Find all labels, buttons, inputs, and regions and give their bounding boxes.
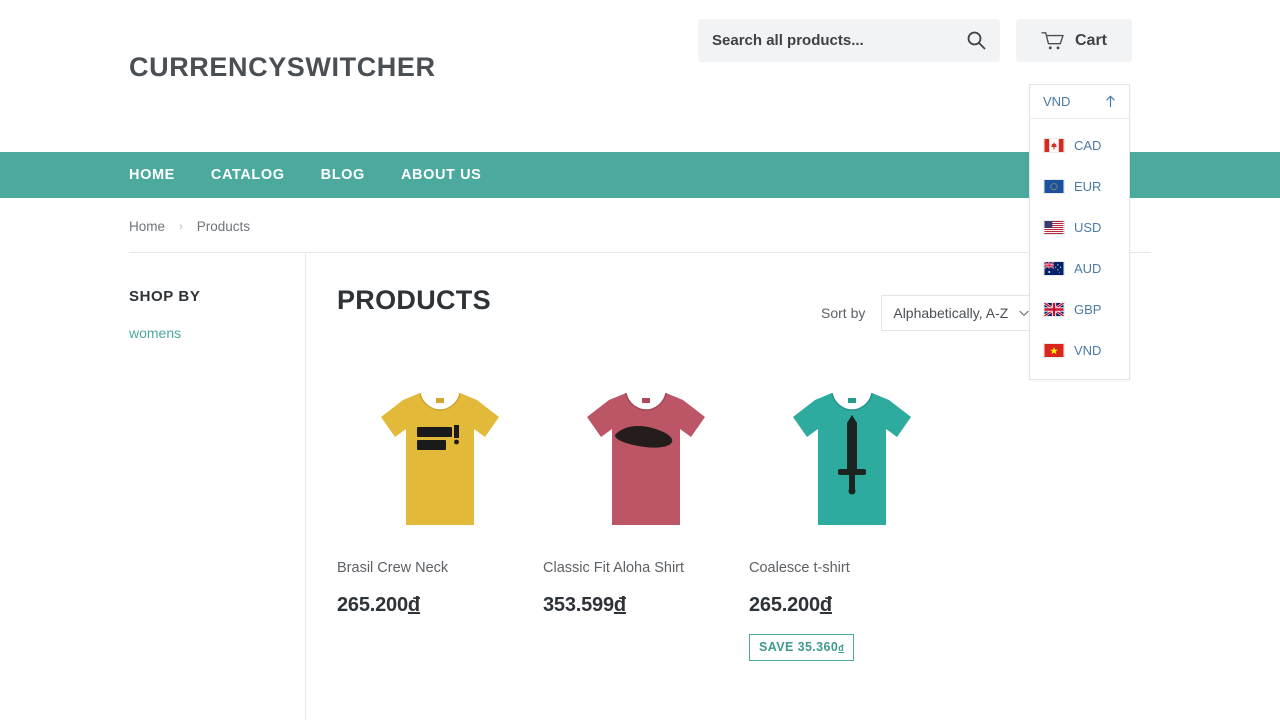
sale-amount: 35.360: [798, 640, 839, 654]
nav-item-blog[interactable]: BLOG: [321, 167, 365, 183]
product-title[interactable]: Classic Fit Aloha Shirt: [543, 560, 749, 576]
product-image[interactable]: [543, 360, 749, 530]
nav-item-catalog[interactable]: CATALOG: [211, 167, 285, 183]
product-card[interactable]: [749, 693, 955, 720]
flag-united-states-icon: [1043, 220, 1065, 235]
search-box: [698, 19, 1000, 62]
currency-option-eur[interactable]: EUR: [1030, 166, 1129, 207]
storefront-page: CURRENCYSWITCHER Cart VND: [0, 0, 1280, 720]
product-image[interactable]: [543, 693, 749, 720]
tshirt-yellow-icon: [375, 385, 505, 530]
currency-option-usd[interactable]: USD: [1030, 207, 1129, 248]
flag-vietnam-icon: [1043, 343, 1065, 358]
product-image[interactable]: [749, 360, 955, 530]
product-price: 265.200đ: [337, 594, 543, 617]
product-price-value: 265.200: [749, 594, 820, 616]
shopping-cart-icon: [1041, 31, 1065, 51]
sidebar-item-womens[interactable]: womens: [129, 325, 289, 341]
currency-code-label: GBP: [1074, 302, 1101, 317]
currency-code-label: VND: [1074, 343, 1101, 358]
nav-item-home[interactable]: HOME: [129, 167, 175, 183]
currency-code-label: CAD: [1074, 138, 1101, 153]
currency-option-list: CAD EUR: [1030, 119, 1129, 379]
sort-select[interactable]: Alphabetically, A-Z: [881, 295, 1041, 331]
product-card[interactable]: a Dotted Cotton-Blend Tank 212.160đ: [337, 693, 543, 720]
breadcrumb-separator-icon: ›: [179, 221, 183, 233]
product-card[interactable]: Coalesce t-shirt 265.200đ SAVE 35.360đ: [749, 360, 955, 661]
product-grid: Brasil Crew Neck 265.200đ Classic Fit Al…: [337, 360, 1152, 720]
product-price: 353.599đ: [543, 594, 749, 617]
sidebar: SHOP BY womens: [129, 288, 289, 341]
tshirt-teal-icon: [787, 385, 917, 530]
product-title[interactable]: Coalesce t-shirt: [749, 560, 955, 576]
breadcrumb-current: Products: [197, 219, 250, 234]
product-price-value: 353.599: [543, 594, 614, 616]
product-card[interactable]: Brasil Crew Neck 265.200đ: [337, 360, 543, 661]
sort-selected-value: Alphabetically, A-Z: [893, 305, 1008, 321]
page-title: PRODUCTS: [337, 285, 491, 316]
currency-option-aud[interactable]: AUD: [1030, 248, 1129, 289]
currency-symbol: đ: [838, 643, 844, 653]
product-image[interactable]: a: [337, 693, 543, 720]
currency-option-cad[interactable]: CAD: [1030, 125, 1129, 166]
currency-symbol: đ: [408, 594, 420, 616]
product-card[interactable]: [543, 693, 749, 720]
flag-united-kingdom-icon: [1043, 302, 1065, 317]
sale-badge: SAVE 35.360đ: [749, 634, 854, 661]
nav-item-about-us[interactable]: ABOUT US: [401, 167, 482, 183]
search-icon[interactable]: [966, 30, 986, 50]
product-title[interactable]: Brasil Crew Neck: [337, 560, 543, 576]
currency-selected-label: VND: [1043, 94, 1070, 109]
currency-switcher-toggle[interactable]: VND: [1030, 85, 1129, 119]
flag-european-union-icon: [1043, 179, 1065, 194]
currency-code-label: AUD: [1074, 261, 1101, 276]
arrow-up-icon: [1105, 95, 1116, 108]
sale-label: SAVE: [759, 640, 794, 654]
sort-label: Sort by: [821, 305, 865, 321]
cart-label: Cart: [1075, 32, 1107, 50]
currency-code-label: USD: [1074, 220, 1101, 235]
currency-code-label: EUR: [1074, 179, 1101, 194]
cart-button[interactable]: Cart: [1016, 19, 1132, 62]
sidebar-divider: [305, 253, 306, 720]
flag-australia-icon: [1043, 261, 1065, 276]
product-card[interactable]: Classic Fit Aloha Shirt 353.599đ: [543, 360, 749, 661]
product-image[interactable]: [337, 360, 543, 530]
breadcrumb-home[interactable]: Home: [129, 219, 165, 234]
product-price: 265.200đ: [749, 594, 955, 617]
currency-symbol: đ: [820, 594, 832, 616]
breadcrumb: Home › Products: [129, 219, 250, 234]
tshirt-rose-icon: [581, 385, 711, 530]
chevron-down-icon: [1019, 310, 1029, 317]
product-price-value: 265.200: [337, 594, 408, 616]
currency-switcher-dropdown[interactable]: VND CAD: [1029, 84, 1130, 380]
product-image[interactable]: [749, 693, 955, 720]
site-logo[interactable]: CURRENCYSWITCHER: [129, 52, 436, 83]
header-divider: [129, 252, 1151, 253]
search-input[interactable]: [710, 19, 960, 62]
sort-control: Sort by Alphabetically, A-Z: [821, 295, 1041, 331]
currency-option-gbp[interactable]: GBP: [1030, 289, 1129, 330]
currency-option-vnd[interactable]: VND: [1030, 330, 1129, 371]
flag-canada-icon: [1043, 138, 1065, 153]
sidebar-title: SHOP BY: [129, 288, 289, 305]
currency-symbol: đ: [614, 594, 626, 616]
